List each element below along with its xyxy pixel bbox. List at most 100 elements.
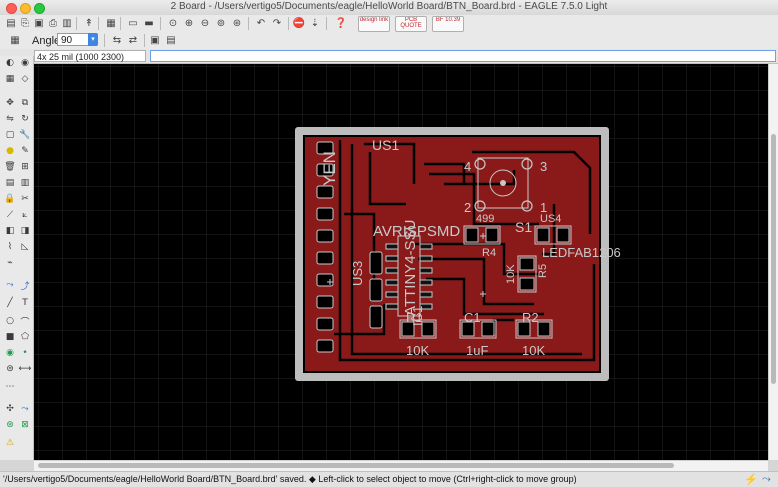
ratsnest-icon[interactable]: ⋯ bbox=[3, 380, 17, 394]
pcb-quote-button[interactable]: PCB QUOTE bbox=[395, 16, 427, 32]
drc-icon[interactable]: ⊛ bbox=[3, 418, 17, 432]
polygon-icon[interactable]: ⬠ bbox=[18, 330, 32, 344]
label-yen: YEN bbox=[320, 151, 339, 186]
coordinate-display: 4x 25 mil (1000 2300) bbox=[34, 50, 146, 62]
cam-processor-icon[interactable]: ▥ bbox=[60, 16, 74, 30]
add-icon[interactable]: ⊞ bbox=[18, 160, 32, 174]
angle-dropdown-icon[interactable]: ▾ bbox=[88, 33, 98, 46]
help-icon[interactable]: ❓ bbox=[334, 16, 348, 30]
label-r4-value: 499 bbox=[476, 213, 494, 225]
command-bar: 4x 25 mil (1000 2300) bbox=[0, 49, 778, 64]
rotate-icon[interactable]: ↻ bbox=[18, 112, 32, 126]
switch-to-schematic-icon[interactable]: ↟ bbox=[82, 16, 96, 30]
zoom-select-icon[interactable]: ⊛ bbox=[230, 16, 244, 30]
open-icon[interactable]: ▤ bbox=[4, 16, 18, 30]
lightning-icon[interactable]: ⚡ bbox=[744, 473, 758, 486]
board-drawing: YEN US1 AVRISPSMD ATTINY4-SSU US3 IC1 R1… bbox=[34, 64, 768, 460]
mirror-tool-icon[interactable]: ⇋ bbox=[3, 112, 17, 126]
label-pin-4: 4 bbox=[464, 159, 471, 174]
arc-icon[interactable]: ⌒ bbox=[18, 314, 32, 328]
info-icon[interactable]: ◐ bbox=[3, 56, 17, 70]
main-toolbar: ▤ ⎘ ▣ ⎙ ▥ ↟ ▦ ▭ ▬ ⊙ ⊕ ⊖ ⊚ ⊛ ↶ ↷ ⛔ ⇣ ❓ de… bbox=[0, 15, 778, 33]
label-us1: US1 bbox=[372, 137, 399, 153]
redo-icon[interactable]: ↷ bbox=[270, 16, 284, 30]
optimize-icon[interactable]: ⟀ bbox=[18, 208, 32, 222]
auto-icon[interactable]: ⤳ bbox=[18, 402, 32, 416]
value-icon[interactable]: ▥ bbox=[18, 176, 32, 190]
ripup-icon[interactable]: ◨ bbox=[18, 224, 32, 238]
paste-icon[interactable]: ● bbox=[3, 144, 17, 158]
zoom-in-icon[interactable]: ⊕ bbox=[182, 16, 196, 30]
mirror-icon[interactable]: ⇆ bbox=[110, 33, 124, 47]
use-library-icon[interactable]: ▦ bbox=[104, 16, 118, 30]
label-r4: R4 bbox=[482, 247, 496, 259]
show-icon[interactable]: ◉ bbox=[18, 56, 32, 70]
redraw-icon[interactable]: ⊚ bbox=[214, 16, 228, 30]
text-icon[interactable]: T bbox=[18, 296, 32, 310]
label-c1-value: 1uF bbox=[466, 343, 488, 358]
design-link-button[interactable]: design link bbox=[358, 16, 390, 32]
vertical-scrollbar[interactable] bbox=[768, 64, 778, 460]
lock-icon[interactable]: 🔒 bbox=[3, 192, 17, 206]
hole-icon[interactable]: • bbox=[18, 346, 32, 360]
zoom-out-icon[interactable]: ⊖ bbox=[198, 16, 212, 30]
ulp-icon[interactable]: ▬ bbox=[142, 16, 156, 30]
save-icon[interactable]: ▣ bbox=[32, 16, 46, 30]
name-icon[interactable]: ▤ bbox=[3, 176, 17, 190]
horizontal-scrollbar[interactable] bbox=[34, 460, 768, 471]
label-us3: US3 bbox=[350, 261, 365, 286]
label-r2: R2 bbox=[522, 310, 539, 325]
open-file-icon[interactable]: ⎘ bbox=[18, 16, 32, 30]
vertical-scroll-thumb[interactable] bbox=[771, 134, 776, 384]
window-title: 2 Board - /Users/vertigo5/Documents/eagl… bbox=[170, 1, 608, 12]
errors-icon[interactable]: ✣ bbox=[3, 402, 17, 416]
label-r1-value: 10K bbox=[406, 343, 429, 358]
label-r5-value: 10K bbox=[505, 264, 517, 284]
label-ledfab: LEDFAB1206 bbox=[542, 245, 621, 260]
wire-icon[interactable]: ⤴ bbox=[18, 278, 32, 292]
bf-button[interactable]: BF 10.39 bbox=[432, 16, 464, 32]
move-icon[interactable]: ✥ bbox=[3, 96, 17, 110]
copy-icon[interactable]: ⧉ bbox=[18, 96, 32, 110]
rectangle-icon[interactable]: ■ bbox=[3, 330, 17, 344]
display-icon[interactable]: ▦ bbox=[3, 72, 17, 86]
via-icon[interactable]: ◉ bbox=[3, 346, 17, 360]
autorouter-icon[interactable]: ⤳ bbox=[3, 278, 17, 292]
change-icon[interactable]: 🔧 bbox=[18, 128, 32, 142]
command-input[interactable] bbox=[150, 50, 776, 62]
print-icon[interactable]: ⎙ bbox=[46, 16, 60, 30]
stop-icon[interactable]: ⛔ bbox=[292, 16, 306, 30]
zoom-to-fit-icon[interactable]: ⊙ bbox=[166, 16, 180, 30]
dimension-icon[interactable]: ⟷ bbox=[18, 362, 32, 376]
undo-icon[interactable]: ↶ bbox=[254, 16, 268, 30]
erc-icon[interactable]: ⊠ bbox=[18, 418, 32, 432]
smash-icon[interactable]: ✂ bbox=[18, 192, 32, 206]
circle-icon[interactable]: ○ bbox=[3, 314, 17, 328]
board-canvas[interactable]: YEN US1 AVRISPSMD ATTINY4-SSU US3 IC1 R1… bbox=[34, 64, 768, 460]
split-icon[interactable]: ⟋ bbox=[3, 208, 17, 222]
delete-icon[interactable]: 🗑 bbox=[3, 160, 17, 174]
script-icon[interactable]: ▭ bbox=[126, 16, 140, 30]
grid-icon[interactable]: ▦ bbox=[8, 33, 22, 47]
meander-icon[interactable]: ⌇ bbox=[3, 240, 17, 254]
command-toolbar: ◐ ◉ ▦ ◇ ✥ ⧉ ⇋ ↻ ▢ 🔧 ● ✎ 🗑 ⊞ ▤ ▥ 🔒 ✂ ⟋ ⟀ … bbox=[0, 56, 34, 460]
mark-icon[interactable]: ◇ bbox=[18, 72, 32, 86]
layer-view-alt-icon[interactable]: ▤ bbox=[164, 33, 178, 47]
label-pin-3: 3 bbox=[540, 159, 547, 174]
route-icon[interactable]: ◧ bbox=[3, 224, 17, 238]
label-r5: R5 bbox=[537, 264, 549, 278]
status-bar: '/Users/vertigo5/Documents/eagle/HelloWo… bbox=[0, 471, 778, 487]
go-icon[interactable]: ⇣ bbox=[308, 16, 322, 30]
attribute-icon[interactable]: ⊜ bbox=[3, 362, 17, 376]
horizontal-scroll-thumb[interactable] bbox=[38, 463, 674, 468]
warning-icon[interactable]: ⚠ bbox=[3, 436, 17, 450]
label-s1: S1 bbox=[515, 219, 532, 235]
signal-icon[interactable]: ⌁ bbox=[3, 256, 17, 270]
spin-icon[interactable]: ⇄ bbox=[126, 33, 140, 47]
line-icon[interactable]: ╱ bbox=[3, 296, 17, 310]
replace-icon[interactable]: ✎ bbox=[18, 144, 32, 158]
group-icon[interactable]: ▢ bbox=[3, 128, 17, 142]
layer-view-icon[interactable]: ▣ bbox=[148, 33, 162, 47]
miter-icon[interactable]: ◺ bbox=[18, 240, 32, 254]
route-status-icon[interactable]: ⤳ bbox=[762, 473, 771, 486]
